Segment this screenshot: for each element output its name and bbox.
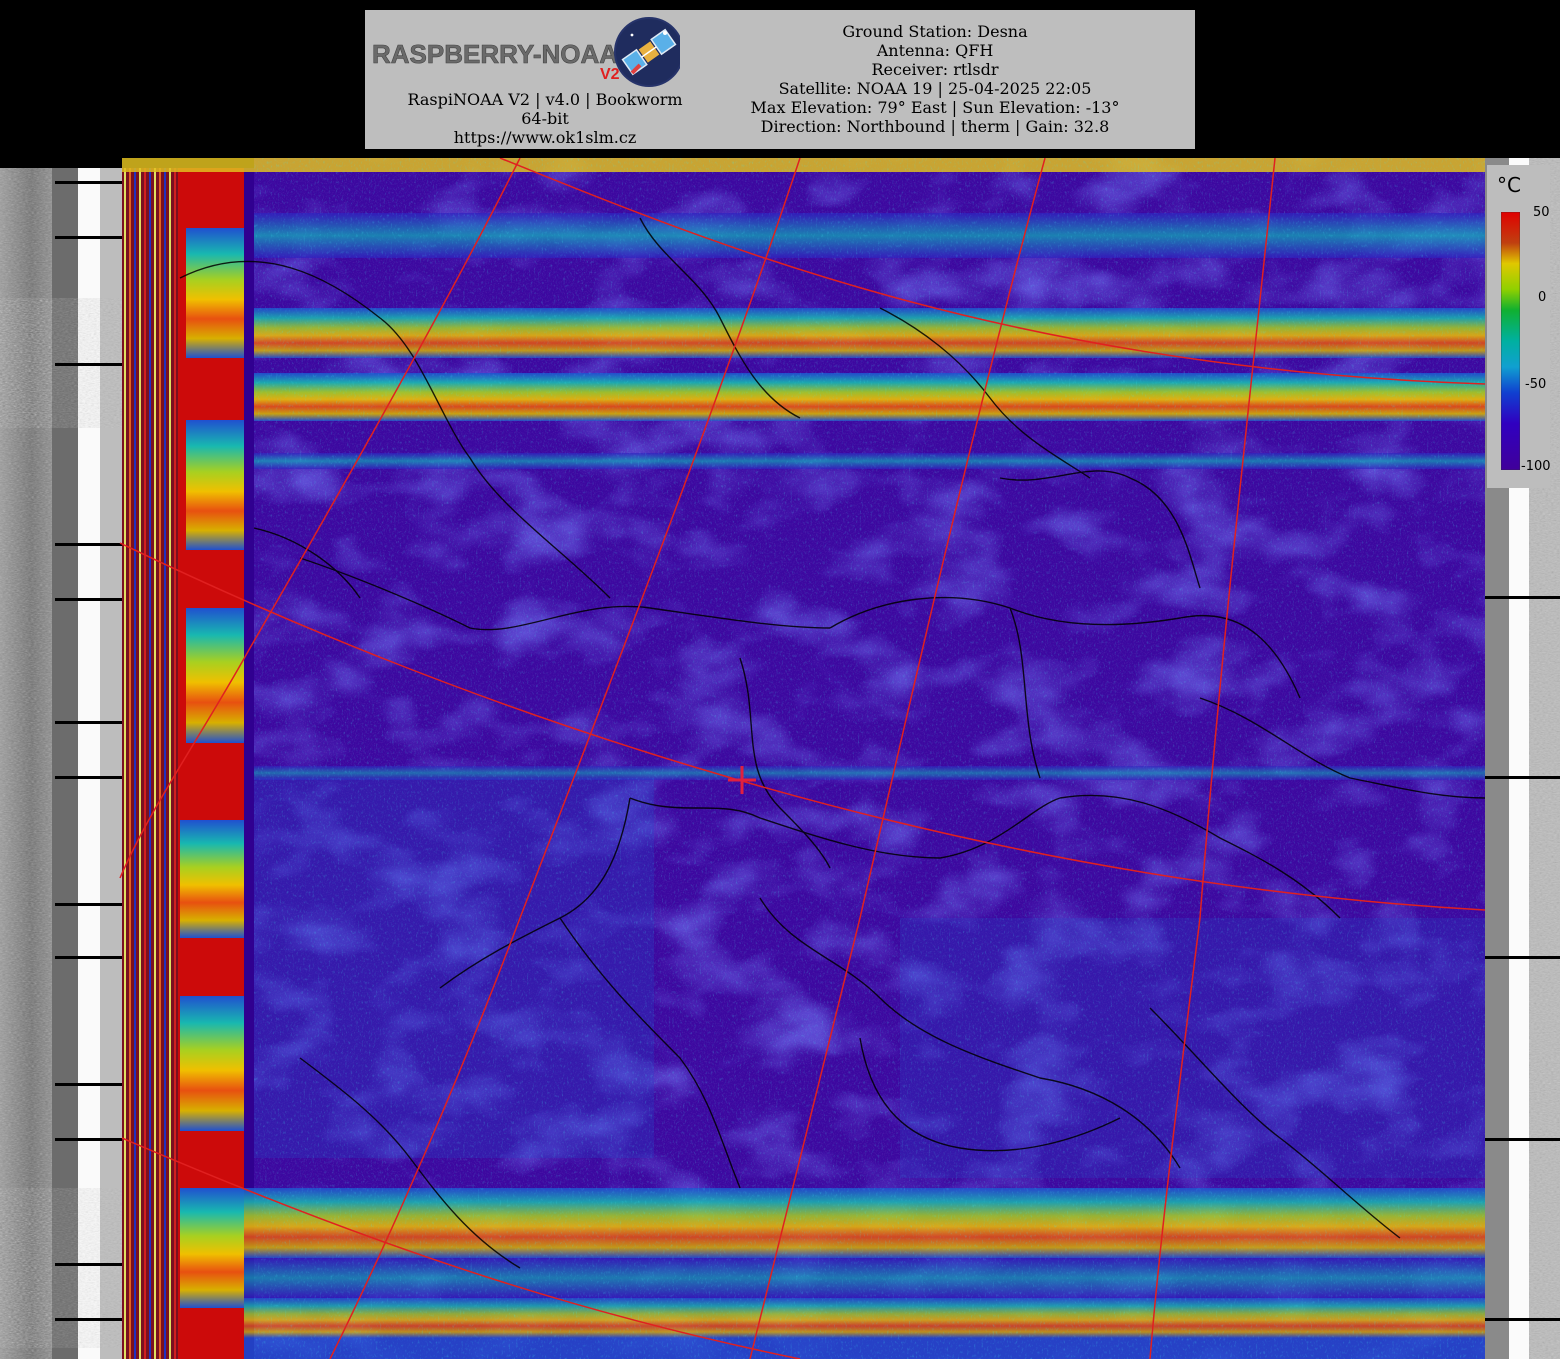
sync-stripes xyxy=(122,168,178,1359)
satellite-icon xyxy=(614,17,684,87)
satellite-image xyxy=(0,158,1560,1359)
antenna: Antenna: QFH xyxy=(876,41,994,60)
satellite-pass: Satellite: NOAA 19 | 25-04-2025 22:05 xyxy=(778,79,1092,98)
direction-info: Direction: Northbound | therm | Gain: 32… xyxy=(760,117,1110,136)
raspberry-noaa-logo: RASPBERRY-NOAA V2 xyxy=(370,13,684,91)
logo-text: RASPBERRY-NOAA xyxy=(372,39,618,69)
version-line: RaspiNOAA V2 | v4.0 | Bookworm 64-bit xyxy=(407,90,683,128)
system-info: RaspiNOAA V2 | v4.0 | Bookworm 64-bit ht… xyxy=(395,90,695,147)
thermal-image xyxy=(119,158,1486,1359)
website-url: https://www.ok1slm.cz xyxy=(453,128,637,147)
scale-tick-minus-100: -100 xyxy=(1521,459,1551,474)
ground-station: Ground Station: Desna xyxy=(842,22,1028,41)
scale-colorbar xyxy=(1501,212,1520,470)
scale-unit: °C xyxy=(1497,173,1521,197)
header-panel: RASPBERRY-NOAA V2 RaspiNOAA V2 | v4.0 | … xyxy=(365,10,1195,149)
telemetry-wedges xyxy=(178,168,254,1359)
scale-tick-minus-50: -50 xyxy=(1525,377,1547,392)
scale-tick-0: 0 xyxy=(1538,290,1547,305)
scale-tick-50: 50 xyxy=(1533,205,1550,220)
visible-channel-strip xyxy=(0,168,122,1359)
elevation-info: Max Elevation: 79° East | Sun Elevation:… xyxy=(750,98,1120,117)
pass-info: Ground Station: Desna Antenna: QFH Recei… xyxy=(725,22,1145,136)
temperature-scale: °C 50 0 -50 -100 xyxy=(1487,165,1551,488)
receiver: Receiver: rtlsdr xyxy=(871,60,999,79)
logo-suffix: V2 xyxy=(600,66,620,83)
